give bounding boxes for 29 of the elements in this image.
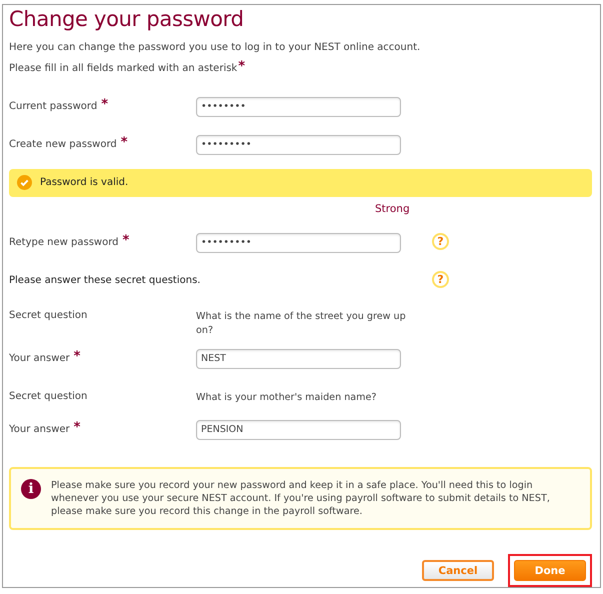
required-asterisk: * xyxy=(74,420,80,435)
required-note: Please fill in all fields marked with an asterisk xyxy=(9,62,238,74)
required-asterisk: * xyxy=(238,58,246,74)
check-icon xyxy=(17,175,32,190)
info-text: Please make sure you record your new password and keep it in a safe place. You'll need this to login whenever you use your secure NEST account. If you're using payroll software to submit details to NEST, please make sure you record this change in the payroll software. xyxy=(51,479,551,518)
input-field[interactable]: NEST xyxy=(196,348,401,369)
section-heading: Please answer these secret questions. xyxy=(9,274,202,286)
strength-text: Strong xyxy=(375,202,410,215)
page-title: Change your password xyxy=(9,7,245,31)
input-field[interactable]: ••••••••• xyxy=(196,134,401,155)
intro-text: Here you can change the password you use to log in to your NEST online account. xyxy=(9,42,422,53)
required-asterisk: * xyxy=(120,134,128,150)
field-label: Retype new password xyxy=(9,236,118,248)
field-label: Secret question xyxy=(9,310,88,321)
question-text: What is your mother's maiden name? xyxy=(196,390,378,405)
info-icon: i xyxy=(21,479,41,499)
required-asterisk: * xyxy=(101,96,108,112)
field-label: Create new password xyxy=(9,138,117,150)
field-label: Your answer xyxy=(9,424,70,435)
input-field[interactable]: ••••••••• xyxy=(196,232,401,253)
input-field[interactable]: •••••••• xyxy=(196,96,401,117)
required-asterisk: * xyxy=(74,348,80,364)
field-label: Secret question xyxy=(9,390,88,402)
required-asterisk: * xyxy=(122,232,130,248)
field-label: Your answer xyxy=(9,352,70,364)
field-label: Current password xyxy=(9,100,98,112)
question-text: What is the name of the street you grew up on? xyxy=(196,310,407,338)
validation-text: Password is valid. xyxy=(40,177,128,188)
input-field[interactable]: PENSION xyxy=(196,420,401,440)
